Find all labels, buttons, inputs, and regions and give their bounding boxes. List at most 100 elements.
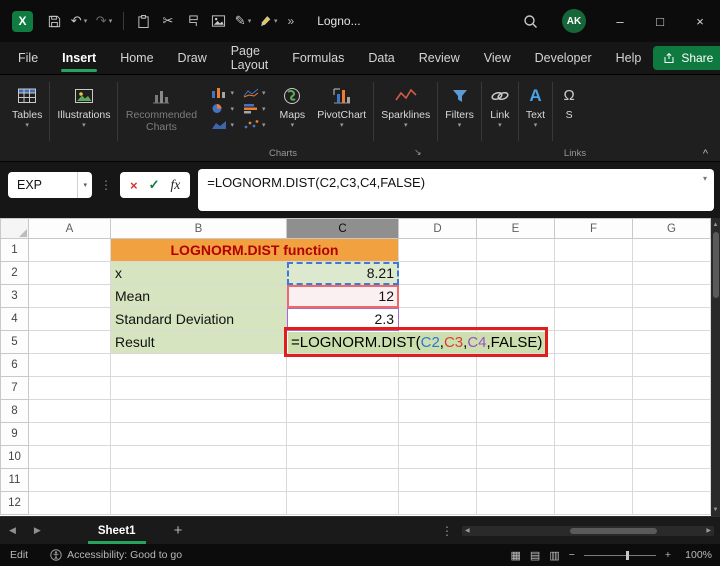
cell[interactable] — [632, 307, 711, 331]
link-button[interactable]: Link ▾ — [483, 79, 517, 130]
cell[interactable] — [28, 445, 111, 469]
cell[interactable] — [554, 445, 633, 469]
scroll-down-icon[interactable]: ▼ — [713, 503, 719, 516]
column-header-d[interactable]: D — [398, 218, 477, 239]
add-sheet-icon[interactable]: + — [174, 522, 183, 539]
zoom-level[interactable]: 100% — [680, 549, 712, 561]
minimize-button[interactable]: – — [600, 0, 640, 42]
cell[interactable] — [286, 399, 399, 423]
select-all-corner[interactable] — [0, 218, 29, 239]
cell[interactable] — [476, 353, 555, 377]
cell[interactable] — [398, 238, 477, 262]
cell[interactable] — [398, 422, 477, 446]
horizontal-scroll-track[interactable] — [473, 526, 704, 536]
share-button[interactable]: Share — [653, 46, 720, 70]
cell[interactable] — [476, 422, 555, 446]
cell-a2[interactable] — [28, 261, 111, 285]
cell[interactable] — [632, 399, 711, 423]
zoom-in-icon[interactable]: + — [665, 549, 671, 561]
tab-formulas[interactable]: Formulas — [280, 42, 356, 74]
cell-a5[interactable] — [28, 330, 111, 354]
cell[interactable] — [554, 238, 633, 262]
normal-view-icon[interactable]: ▦ — [511, 549, 521, 562]
tab-file[interactable]: File — [6, 42, 50, 74]
tab-home[interactable]: Home — [108, 42, 165, 74]
cell-b3[interactable]: Mean — [110, 284, 287, 308]
cell-a3[interactable] — [28, 284, 111, 308]
tab-data[interactable]: Data — [356, 42, 406, 74]
cell[interactable] — [476, 445, 555, 469]
cell[interactable] — [286, 376, 399, 400]
cell[interactable] — [110, 445, 287, 469]
tab-page-layout[interactable]: Page Layout — [219, 42, 281, 74]
cell[interactable] — [398, 399, 477, 423]
cell[interactable] — [554, 422, 633, 446]
cell[interactable] — [632, 422, 711, 446]
cell[interactable] — [554, 491, 633, 515]
excel-logo-icon[interactable]: X — [12, 10, 33, 32]
cell[interactable] — [632, 238, 711, 262]
cell[interactable] — [286, 445, 399, 469]
redo-button[interactable]: ↷ ▾ — [92, 8, 116, 34]
row-header-9[interactable]: 9 — [0, 422, 29, 446]
cell-c4[interactable]: 2.3 — [286, 307, 399, 331]
cell[interactable] — [554, 353, 633, 377]
vertical-scrollbar[interactable]: ▲ ▼ — [711, 218, 720, 516]
cell[interactable] — [476, 307, 555, 331]
cell[interactable] — [476, 491, 555, 515]
cut-button[interactable]: ✂ — [156, 8, 180, 34]
undo-button[interactable]: ↶ ▾ — [67, 8, 91, 34]
insert-column-chart-button[interactable]: ▾ — [211, 87, 234, 98]
scroll-right-icon[interactable]: ▶ — [703, 527, 714, 534]
cell[interactable] — [110, 376, 287, 400]
cell[interactable] — [476, 399, 555, 423]
cell[interactable] — [398, 468, 477, 492]
format-painter-button[interactable] — [181, 8, 205, 34]
more-commands-icon[interactable]: » — [288, 14, 295, 28]
cell[interactable] — [110, 468, 287, 492]
page-layout-view-icon[interactable]: ▤ — [530, 549, 540, 562]
cell[interactable] — [632, 376, 711, 400]
account-avatar[interactable]: AK — [562, 9, 586, 33]
expand-formula-bar-icon[interactable]: ▾ — [703, 174, 707, 183]
column-header-g[interactable]: G — [632, 218, 711, 239]
cell[interactable] — [28, 468, 111, 492]
clipboard-button[interactable] — [131, 8, 155, 34]
cell[interactable] — [476, 238, 555, 262]
sheet-options-icon[interactable]: ⋮ — [432, 524, 462, 538]
cell-c2[interactable]: 8.21 — [286, 261, 399, 285]
symbols-button[interactable]: Ω S — [554, 79, 584, 121]
cell[interactable] — [632, 491, 711, 515]
cell[interactable] — [286, 422, 399, 446]
cell[interactable] — [554, 376, 633, 400]
horizontal-scroll-thumb[interactable] — [569, 527, 658, 534]
cell-a1[interactable] — [28, 238, 111, 262]
insert-function-icon[interactable]: fx — [171, 177, 181, 193]
insert-area-chart-button[interactable]: ▾ — [211, 119, 234, 130]
row-header-3[interactable]: 3 — [0, 284, 29, 308]
insert-line-chart-button[interactable]: ▾ — [243, 87, 266, 98]
save-button[interactable] — [42, 8, 66, 34]
illustrations-button[interactable]: Illustrations ▾ — [51, 79, 116, 130]
cell[interactable] — [28, 353, 111, 377]
draw-pen-button[interactable]: ✎ ▾ — [231, 8, 255, 34]
cell[interactable] — [398, 261, 477, 285]
tables-button[interactable]: Tables ▾ — [6, 79, 48, 130]
zoom-out-icon[interactable]: − — [569, 549, 575, 561]
cell[interactable] — [476, 468, 555, 492]
column-header-a[interactable]: A — [28, 218, 111, 239]
cell[interactable] — [28, 491, 111, 515]
row-header-7[interactable]: 7 — [0, 376, 29, 400]
filters-button[interactable]: Filters ▾ — [439, 79, 480, 130]
cell[interactable] — [632, 353, 711, 377]
cell-b2[interactable]: x — [110, 261, 287, 285]
cell-a4[interactable] — [28, 307, 111, 331]
cell[interactable] — [286, 468, 399, 492]
cell[interactable] — [398, 445, 477, 469]
tab-draw[interactable]: Draw — [166, 42, 219, 74]
cell[interactable] — [632, 284, 711, 308]
recommended-charts-button[interactable]: Recommended Charts — [119, 79, 203, 133]
vertical-scroll-thumb[interactable] — [712, 232, 719, 298]
row-header-5[interactable]: 5 — [0, 330, 29, 354]
accessibility-status[interactable]: Accessibility: Good to go — [38, 549, 194, 561]
